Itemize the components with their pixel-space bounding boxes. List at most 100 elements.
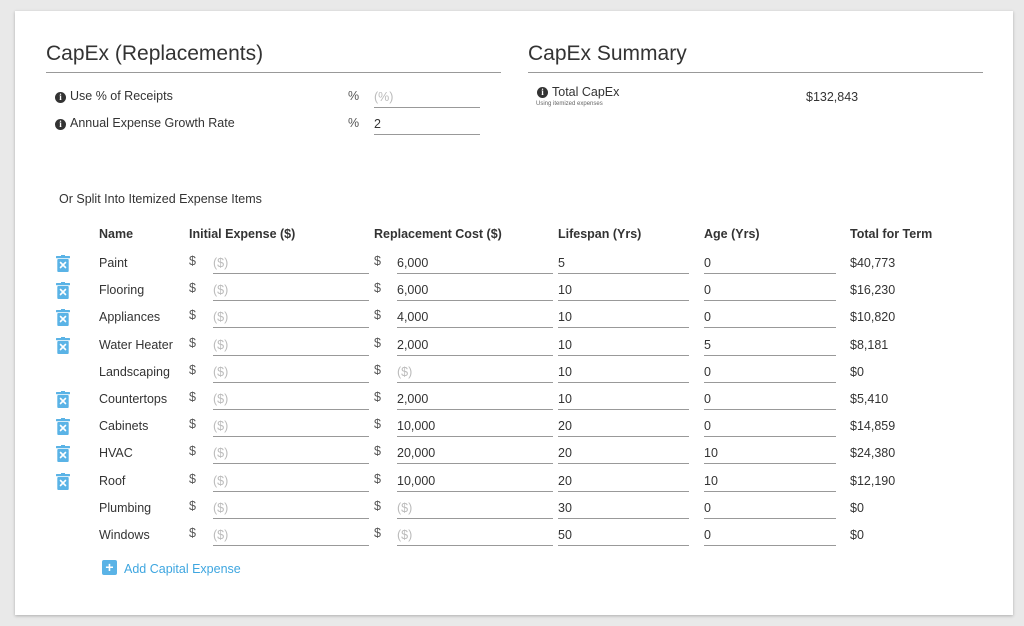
- trash-icon[interactable]: [56, 282, 70, 299]
- age-input[interactable]: 10: [704, 471, 836, 492]
- currency-symbol: $: [189, 390, 196, 404]
- initial-expense-input[interactable]: ($): [213, 443, 369, 464]
- age-input[interactable]: 0: [704, 525, 836, 546]
- replacement-cost-input[interactable]: ($): [397, 525, 553, 546]
- replacement-cost-input[interactable]: 4,000: [397, 307, 553, 328]
- replacement-cost-input[interactable]: 6,000: [397, 253, 553, 274]
- trash-icon[interactable]: [56, 418, 70, 435]
- column-header-initial-expense: Initial Expense ($): [189, 227, 296, 241]
- total-for-term-value: $10,820: [850, 310, 896, 324]
- row-name: Appliances: [99, 310, 161, 324]
- total-capex-subtitle: Using itemized expenses: [536, 101, 603, 107]
- lifespan-input[interactable]: 10: [558, 362, 689, 383]
- lifespan-input[interactable]: 5: [558, 253, 689, 274]
- replacement-cost-input[interactable]: ($): [397, 498, 553, 519]
- lifespan-input[interactable]: 30: [558, 498, 689, 519]
- initial-expense-input[interactable]: ($): [213, 498, 369, 519]
- age-input[interactable]: 0: [704, 416, 836, 437]
- total-for-term-value: $0: [850, 365, 864, 379]
- age-input[interactable]: 10: [704, 443, 836, 464]
- currency-symbol: $: [189, 281, 196, 295]
- initial-expense-input[interactable]: ($): [213, 389, 369, 410]
- trash-icon[interactable]: [56, 473, 70, 490]
- row-name: Paint: [99, 256, 128, 270]
- initial-expense-input[interactable]: ($): [213, 362, 369, 383]
- trash-icon[interactable]: [56, 309, 70, 326]
- total-for-term-value: $0: [850, 501, 864, 515]
- row-name: Roof: [99, 474, 126, 488]
- title-divider-left: [46, 72, 501, 73]
- currency-symbol: $: [374, 281, 381, 295]
- total-for-term-value: $16,230: [850, 283, 896, 297]
- add-icon[interactable]: +: [102, 560, 117, 575]
- replacement-cost-input[interactable]: 10,000: [397, 416, 553, 437]
- age-input[interactable]: 0: [704, 498, 836, 519]
- replacement-cost-input[interactable]: 10,000: [397, 471, 553, 492]
- replacement-cost-input[interactable]: 6,000: [397, 280, 553, 301]
- initial-expense-input[interactable]: ($): [213, 471, 369, 492]
- age-input[interactable]: 0: [704, 307, 836, 328]
- age-input[interactable]: 0: [704, 389, 836, 410]
- initial-expense-input[interactable]: ($): [213, 416, 369, 437]
- age-input[interactable]: 0: [704, 253, 836, 274]
- lifespan-input[interactable]: 10: [558, 307, 689, 328]
- replacement-cost-input[interactable]: 2,000: [397, 389, 553, 410]
- trash-icon[interactable]: [56, 337, 70, 354]
- currency-symbol: $: [189, 472, 196, 486]
- trash-icon[interactable]: [56, 255, 70, 272]
- add-capital-expense-button[interactable]: Add Capital Expense: [124, 562, 241, 576]
- lifespan-input[interactable]: 20: [558, 471, 689, 492]
- lifespan-input[interactable]: 20: [558, 416, 689, 437]
- total-for-term-value: $14,859: [850, 419, 896, 433]
- info-icon[interactable]: i: [537, 87, 548, 98]
- info-icon[interactable]: i: [55, 119, 66, 130]
- trash-icon[interactable]: [56, 391, 70, 408]
- currency-symbol: $: [374, 472, 381, 486]
- initial-expense-input[interactable]: ($): [213, 525, 369, 546]
- growth-rate-unit: %: [348, 116, 360, 130]
- column-header-age: Age (Yrs): [704, 227, 760, 241]
- replacement-cost-input[interactable]: ($): [397, 362, 553, 383]
- row-name: Landscaping: [99, 365, 170, 379]
- capex-replacements-title: CapEx (Replacements): [46, 42, 264, 65]
- currency-symbol: $: [189, 444, 196, 458]
- age-input[interactable]: 0: [704, 280, 836, 301]
- receipts-label: Use % of Receipts: [70, 89, 173, 103]
- replacement-cost-input[interactable]: 20,000: [397, 443, 553, 464]
- lifespan-input[interactable]: 20: [558, 443, 689, 464]
- row-name: Cabinets: [99, 419, 149, 433]
- lifespan-input[interactable]: 50: [558, 525, 689, 546]
- total-for-term-value: $0: [850, 528, 864, 542]
- total-capex-value: $132,843: [806, 90, 859, 104]
- total-for-term-value: $12,190: [850, 474, 896, 488]
- trash-icon[interactable]: [56, 445, 70, 462]
- replacement-cost-input[interactable]: 2,000: [397, 335, 553, 356]
- initial-expense-input[interactable]: ($): [213, 253, 369, 274]
- total-for-term-value: $5,410: [850, 392, 889, 406]
- row-name: Windows: [99, 528, 150, 542]
- currency-symbol: $: [189, 499, 196, 513]
- total-for-term-value: $40,773: [850, 256, 896, 270]
- lifespan-input[interactable]: 10: [558, 389, 689, 410]
- title-divider-right: [528, 72, 983, 73]
- receipts-percent-input[interactable]: (%): [374, 87, 480, 108]
- currency-symbol: $: [374, 336, 381, 350]
- growth-rate-input[interactable]: 2: [374, 114, 480, 135]
- growth-rate-label: Annual Expense Growth Rate: [70, 116, 235, 130]
- initial-expense-input[interactable]: ($): [213, 307, 369, 328]
- receipts-unit: %: [348, 89, 360, 103]
- info-icon[interactable]: i: [55, 92, 66, 103]
- total-for-term-value: $24,380: [850, 446, 896, 460]
- total-for-term-value: $8,181: [850, 338, 889, 352]
- age-input[interactable]: 5: [704, 335, 836, 356]
- currency-symbol: $: [374, 363, 381, 377]
- currency-symbol: $: [189, 526, 196, 540]
- age-input[interactable]: 0: [704, 362, 836, 383]
- lifespan-input[interactable]: 10: [558, 280, 689, 301]
- currency-symbol: $: [374, 308, 381, 322]
- currency-symbol: $: [374, 526, 381, 540]
- column-header-total-for-term: Total for Term: [850, 227, 933, 241]
- initial-expense-input[interactable]: ($): [213, 335, 369, 356]
- initial-expense-input[interactable]: ($): [213, 280, 369, 301]
- lifespan-input[interactable]: 10: [558, 335, 689, 356]
